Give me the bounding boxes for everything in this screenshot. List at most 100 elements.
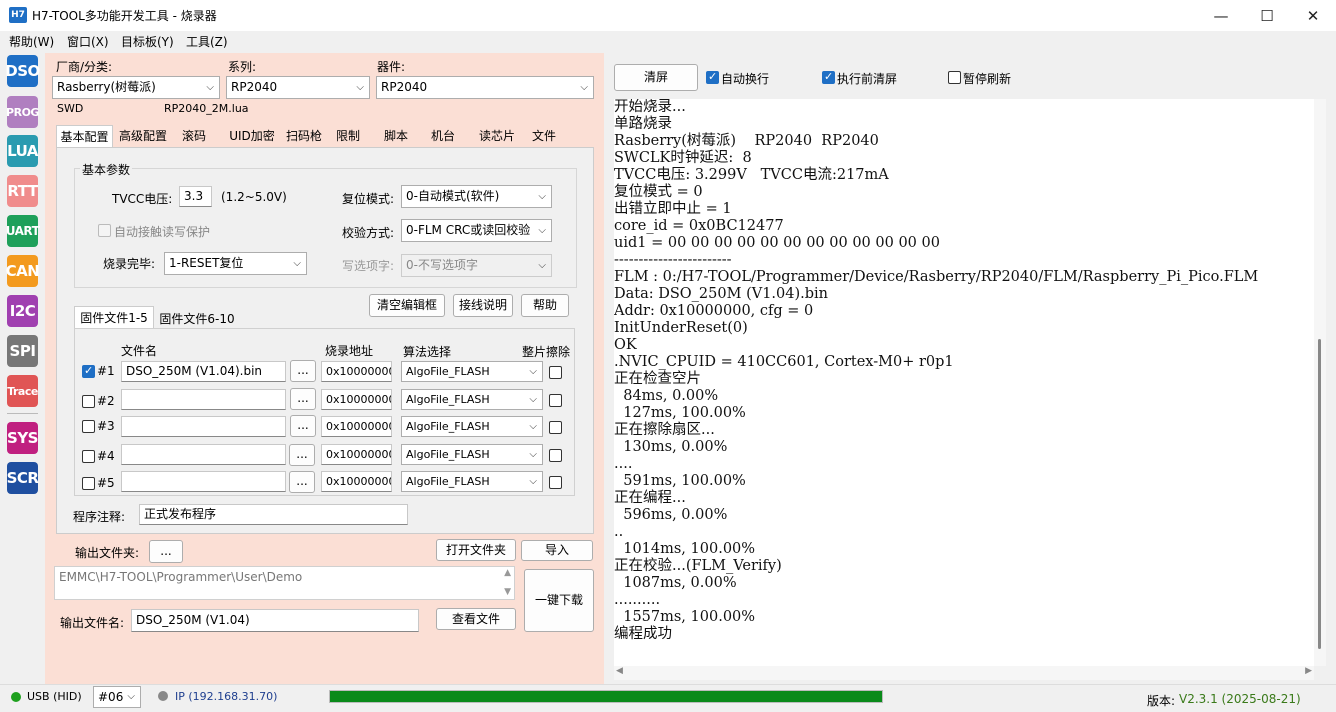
row-erase-checkbox[interactable] bbox=[549, 394, 562, 407]
menu-tools[interactable]: 工具(Z) bbox=[186, 33, 228, 50]
menu-help[interactable]: 帮助(W) bbox=[9, 33, 54, 50]
tool-scr-button[interactable]: SCR bbox=[7, 462, 39, 494]
row-algorithm-select[interactable]: AlgoFile_FLASH ⌵ bbox=[401, 444, 543, 465]
tool-lua-button[interactable]: LUA bbox=[7, 135, 38, 167]
row-enable-checkbox[interactable] bbox=[82, 395, 95, 408]
tool-spi-button[interactable]: SPI bbox=[7, 335, 38, 367]
help-button[interactable]: 帮助 bbox=[521, 294, 569, 317]
reset-mode-select[interactable]: 0-自动模式(软件) ⌵ bbox=[401, 185, 552, 208]
row-enable-checkbox[interactable] bbox=[82, 477, 95, 490]
tab-script[interactable]: 脚本 bbox=[378, 125, 414, 147]
row-address-input[interactable]: 0x10000000 bbox=[321, 444, 392, 465]
log-vertical-scrollbar[interactable] bbox=[1314, 99, 1326, 666]
tool-prog-button[interactable]: PROG bbox=[6, 96, 39, 128]
row-file-input[interactable] bbox=[121, 444, 286, 465]
close-icon: ✕ bbox=[1306, 6, 1320, 25]
browse-file-button[interactable]: ... bbox=[289, 471, 315, 493]
row-erase-checkbox[interactable] bbox=[549, 421, 562, 434]
tab-firmware-1-5[interactable]: 固件文件1-5 bbox=[74, 306, 154, 328]
row-address-input[interactable]: 0x10000000 bbox=[321, 471, 392, 492]
log-horizontal-scrollbar[interactable]: ◀ ▶ bbox=[614, 666, 1314, 680]
device-select[interactable]: RP2040 ⌵ bbox=[376, 76, 594, 99]
menu-window[interactable]: 窗口(X) bbox=[67, 33, 109, 50]
row-algorithm-select[interactable]: AlgoFile_FLASH ⌵ bbox=[401, 389, 543, 410]
title-bar: H7 H7-TOOL多功能开发工具 - 烧录器 — ☐ ✕ bbox=[0, 0, 1336, 31]
scroll-left-icon[interactable]: ◀ bbox=[616, 666, 623, 676]
tab-rolling-code[interactable]: 滚码 bbox=[174, 125, 214, 147]
scroll-down-icon[interactable]: ▼ bbox=[504, 587, 511, 597]
tab-advanced-config[interactable]: 高级配置 bbox=[114, 125, 172, 147]
series-label: 系列: bbox=[228, 60, 257, 74]
output-name-input[interactable]: DSO_250M (V1.04) bbox=[131, 609, 419, 632]
import-button[interactable]: 导入 bbox=[521, 540, 593, 561]
view-file-button[interactable]: 查看文件 bbox=[436, 608, 516, 630]
tool-trace-button[interactable]: Trace bbox=[7, 375, 38, 407]
tool-rtt-button[interactable]: RTT bbox=[7, 175, 38, 207]
comment-input[interactable]: 正式发布程序 bbox=[139, 504, 408, 525]
browse-file-button[interactable]: ... bbox=[290, 415, 316, 437]
vendor-select[interactable]: Rasberry(树莓派) ⌵ bbox=[52, 76, 220, 99]
verify-select[interactable]: 0-FLM CRC或读回校验 ⌵ bbox=[401, 219, 552, 242]
row-address-input[interactable]: 0x10000000 bbox=[321, 361, 392, 382]
config-tabs: 基本配置 高级配置 滚码 UID加密 扫码枪 限制 脚本 机台 读芯片 文件 bbox=[56, 125, 594, 147]
row-algorithm-select[interactable]: AlgoFile_FLASH ⌵ bbox=[401, 361, 543, 382]
tool-i2c-button[interactable]: I2C bbox=[7, 295, 38, 327]
scrollbar-thumb[interactable] bbox=[1318, 339, 1321, 649]
output-path-box[interactable]: EMMC\H7-TOOL\Programmer\User\Demo ▲ ▼ bbox=[54, 566, 515, 600]
row-file-input[interactable]: DSO_250M (V1.04).bin bbox=[121, 361, 286, 382]
menu-target-board[interactable]: 目标板(Y) bbox=[121, 33, 174, 50]
row-enable-checkbox[interactable] bbox=[82, 364, 95, 378]
log-line: 84ms, 0.00% bbox=[614, 388, 719, 404]
maximize-button[interactable]: ☐ bbox=[1244, 0, 1290, 31]
row-enable-checkbox[interactable] bbox=[82, 450, 95, 463]
row-algorithm-select[interactable]: AlgoFile_FLASH ⌵ bbox=[401, 416, 543, 437]
auto-wrap-checkbox[interactable] bbox=[706, 70, 719, 84]
close-button[interactable]: ✕ bbox=[1290, 0, 1336, 31]
auto-unlock-checkbox[interactable] bbox=[98, 224, 111, 237]
row-enable-checkbox[interactable] bbox=[82, 420, 95, 433]
row-algorithm-select[interactable]: AlgoFile_FLASH ⌵ bbox=[401, 471, 543, 492]
row-erase-checkbox[interactable] bbox=[549, 476, 562, 489]
scroll-up-icon[interactable]: ▲ bbox=[504, 568, 511, 578]
row-file-input[interactable] bbox=[121, 471, 286, 492]
open-folder-button[interactable]: 打开文件夹 bbox=[436, 539, 516, 561]
option-select[interactable]: 0-不写选项字 ⌵ bbox=[401, 254, 552, 277]
tool-sys-button[interactable]: SYS bbox=[7, 422, 38, 454]
series-select[interactable]: RP2040 ⌵ bbox=[226, 76, 370, 99]
tab-machine[interactable]: 机台 bbox=[425, 125, 461, 147]
row-file-input[interactable] bbox=[121, 389, 286, 410]
row-address-input[interactable]: 0x10000000 bbox=[321, 389, 392, 410]
browse-file-button[interactable]: ... bbox=[290, 360, 316, 382]
after-prog-select[interactable]: 1-RESET复位 ⌵ bbox=[164, 252, 307, 275]
wiring-help-button[interactable]: 接线说明 bbox=[453, 294, 513, 317]
output-folder-browse-button[interactable]: ... bbox=[149, 540, 183, 563]
tool-dso-button[interactable]: DSO bbox=[5, 55, 40, 87]
tab-file[interactable]: 文件 bbox=[526, 125, 562, 147]
scroll-right-icon[interactable]: ▶ bbox=[1305, 666, 1312, 676]
tab-limit[interactable]: 限制 bbox=[330, 125, 366, 147]
tvcc-input[interactable]: 3.3 bbox=[179, 186, 212, 207]
clear-before-run-checkbox[interactable] bbox=[822, 70, 835, 84]
row-address-input[interactable]: 0x10000000 bbox=[321, 416, 392, 437]
one-click-download-button[interactable]: 一键下载 bbox=[524, 569, 594, 632]
tab-firmware-6-10[interactable]: 固件文件6-10 bbox=[155, 308, 239, 330]
minimize-button[interactable]: — bbox=[1198, 0, 1244, 31]
tab-scanner[interactable]: 扫码枪 bbox=[282, 125, 326, 147]
browse-file-button[interactable]: ... bbox=[290, 388, 316, 410]
log-output[interactable]: 开始烧录... 单路烧录 Rasberry(树莓派) RP2040 RP2040 SW… bbox=[614, 99, 1314, 666]
port-select[interactable]: #06 ⌵ bbox=[93, 686, 141, 708]
tab-basic-config[interactable]: 基本配置 bbox=[56, 125, 113, 147]
pause-refresh-checkbox[interactable] bbox=[948, 71, 961, 84]
tab-read-chip[interactable]: 读芯片 bbox=[474, 125, 520, 147]
row-file-input[interactable] bbox=[121, 416, 286, 437]
row-erase-checkbox[interactable] bbox=[549, 366, 562, 379]
tool-uart-button[interactable]: UART bbox=[6, 215, 40, 247]
clear-editor-button[interactable]: 清空编辑框 bbox=[369, 294, 445, 317]
chevron-down-icon: ⌵ bbox=[538, 260, 546, 271]
browse-file-button[interactable]: ... bbox=[289, 444, 315, 466]
row-erase-checkbox[interactable] bbox=[549, 449, 562, 462]
tool-can-button[interactable]: CAN bbox=[6, 255, 40, 287]
tab-uid-encrypt[interactable]: UID加密 bbox=[224, 125, 280, 147]
auto-wrap-label: 自动换行 bbox=[721, 72, 770, 86]
clear-screen-button[interactable]: 清屏 bbox=[614, 64, 698, 91]
